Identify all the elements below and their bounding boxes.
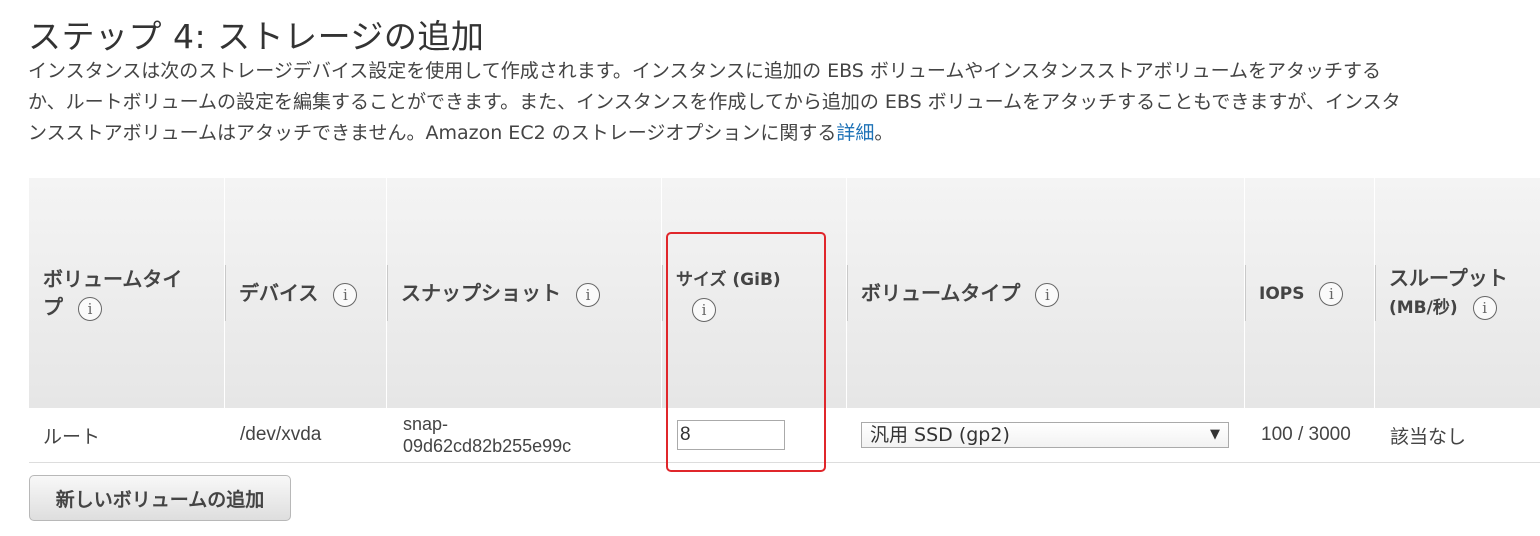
volume-type-select[interactable]: 汎用 SSD (gp2) ▼ bbox=[861, 422, 1229, 448]
column-header-throughput[interactable]: スループット (MB/秒) i bbox=[1375, 178, 1540, 408]
column-header-label: ボリュームタイプ bbox=[861, 281, 1021, 305]
column-header-label: ボリュームタイプ bbox=[43, 267, 183, 319]
info-icon[interactable]: i bbox=[575, 282, 600, 307]
column-header-label: IOPS bbox=[1259, 284, 1305, 304]
size-column-highlight bbox=[666, 232, 826, 472]
description-line: か、ルートボリュームの設定を編集することができます。また、インスタンスを作成して… bbox=[28, 91, 1401, 113]
description-line: インスタンスは次のストレージデバイス設定を使用して作成されます。インスタンスに追… bbox=[28, 60, 1382, 82]
column-header-ebs-type[interactable]: ボリュームタイプ i bbox=[847, 178, 1245, 408]
learn-more-link[interactable]: 詳細 bbox=[836, 122, 874, 144]
cell-ebs-type: 汎用 SSD (gp2) ▼ bbox=[861, 408, 1229, 462]
description-line: ンスストアボリュームはアタッチできません。Amazon EC2 のストレージオプ… bbox=[28, 118, 1540, 149]
cell-volume-type: ルート bbox=[43, 425, 101, 448]
column-divider bbox=[662, 265, 663, 321]
info-icon[interactable]: i bbox=[1472, 295, 1497, 320]
column-divider bbox=[1245, 265, 1246, 321]
snapshot-id-part: snap- bbox=[403, 414, 449, 434]
cell-iops: 100 / 3000 bbox=[1261, 424, 1351, 445]
column-header-device[interactable]: デバイス i bbox=[225, 178, 387, 408]
info-icon[interactable]: i bbox=[1319, 281, 1344, 306]
add-volume-button[interactable]: 新しいボリュームの追加 bbox=[29, 475, 291, 521]
select-value: 汎用 SSD (gp2) bbox=[870, 424, 1010, 446]
column-header-label: デバイス bbox=[239, 281, 319, 305]
page-title: ステップ 4: ストレージの追加 bbox=[28, 17, 485, 56]
column-divider bbox=[387, 265, 388, 321]
info-icon[interactable]: i bbox=[333, 282, 358, 307]
info-icon[interactable]: i bbox=[1035, 282, 1060, 307]
info-icon[interactable]: i bbox=[77, 296, 102, 321]
cell-device: /dev/xvda bbox=[240, 424, 322, 445]
snapshot-id-part: 09d62cd82b255e99c bbox=[403, 436, 572, 456]
column-header-volume-type[interactable]: ボリュームタイプ i bbox=[29, 178, 225, 408]
cell-throughput: 該当なし bbox=[1390, 425, 1467, 448]
column-header-snapshot[interactable]: スナップショット i bbox=[387, 178, 662, 408]
column-header-label: スナップショット bbox=[401, 281, 561, 305]
dropdown-arrow-icon: ▼ bbox=[1210, 427, 1220, 442]
column-divider bbox=[1375, 265, 1376, 321]
description-text: 。 bbox=[874, 122, 894, 144]
description-text: ンスストアボリュームはアタッチできません。Amazon EC2 のストレージオプ… bbox=[28, 122, 837, 144]
column-divider bbox=[225, 265, 226, 321]
column-header-iops[interactable]: IOPS i bbox=[1245, 178, 1375, 408]
cell-snapshot: snap- 09d62cd82b255e99c bbox=[403, 408, 571, 462]
column-divider bbox=[847, 265, 848, 321]
page-description: インスタンスは次のストレージデバイス設定を使用して作成されます。インスタンスに追… bbox=[28, 56, 1540, 149]
